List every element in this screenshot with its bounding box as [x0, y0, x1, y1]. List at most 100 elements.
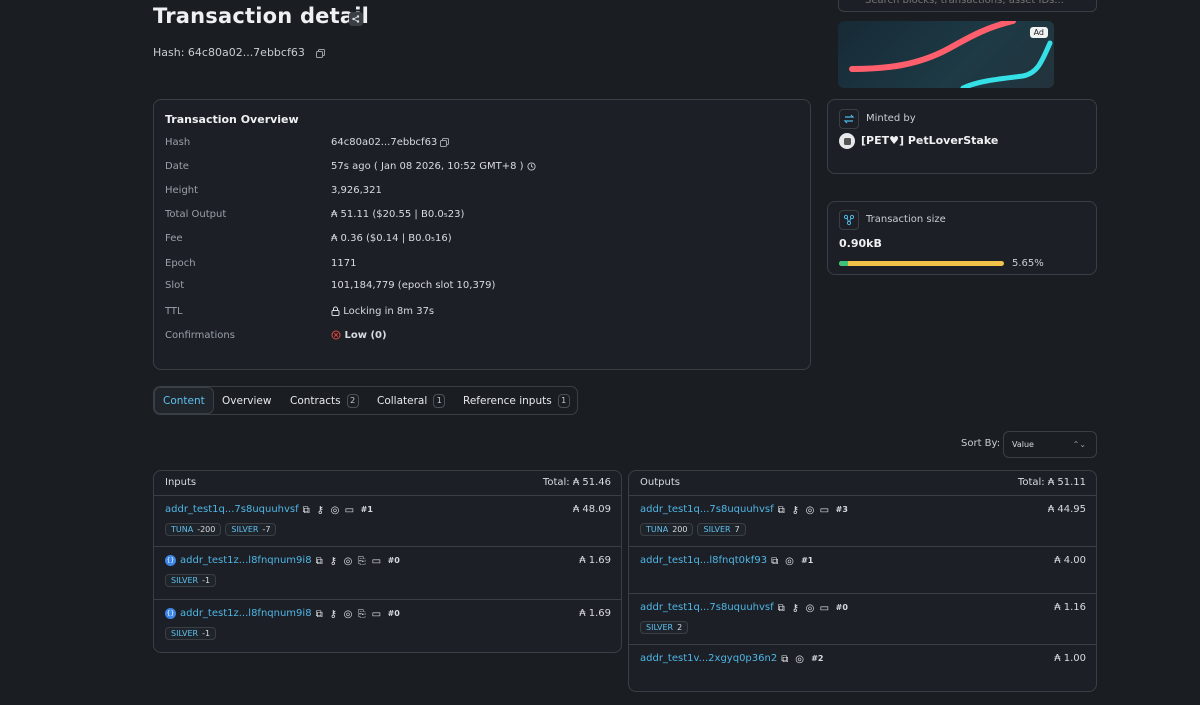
overview-title: Transaction Overview [165, 113, 299, 126]
stake-icon[interactable]: ◎ [344, 609, 354, 620]
address-link[interactable]: addr_test1q...l8fnqt0kf93 [640, 555, 767, 566]
tab-contracts[interactable]: Contracts 2 [290, 387, 359, 414]
key-icon[interactable]: ⚷ [330, 609, 340, 620]
address-link[interactable]: addr_test1z...l8fnqnum9i8 [180, 555, 312, 566]
transaction-hash: Hash: 64c80a02...7ebbcf63 [153, 46, 326, 59]
wallet-icon[interactable]: ▭ [372, 609, 382, 620]
ad-banner[interactable]: Ad [838, 21, 1054, 88]
output-address: addr_test1q...7s8uquuhvsf ⧉ ⚷ ◎ ▭ #3 [640, 504, 848, 516]
token-qty: -1 [202, 576, 211, 585]
size-progress-fill [839, 261, 1004, 266]
stake-icon[interactable]: ◎ [806, 505, 816, 516]
input-amount: ₳ 1.69 [579, 608, 611, 619]
token-chips: TUNA 200 SILVER 7 [640, 523, 746, 536]
slot-value: 101,184,779 (epoch slot 10,379) [331, 280, 496, 291]
token-qty: -7 [262, 525, 271, 534]
datum-icon[interactable]: ⎘ [358, 556, 368, 567]
token-chip[interactable]: SILVER -1 [165, 574, 217, 587]
stake-icon[interactable]: ◎ [785, 556, 795, 567]
output-row: addr_test1q...7s8uquuhvsf ⧉ ⚷ ◎ ▭ #3 ₳ 4… [629, 496, 1096, 547]
fee-value: ₳ 0.36 ($0.14 | B0.0₅16) [331, 233, 452, 244]
stake-icon[interactable]: ◎ [806, 603, 816, 614]
token-chip[interactable]: TUNA 200 [640, 523, 694, 536]
share-button[interactable] [349, 12, 363, 26]
stake-icon[interactable]: ◎ [795, 654, 805, 665]
search-bar[interactable] [838, 0, 1097, 12]
stake-icon[interactable]: ◎ [344, 556, 354, 567]
output-amount: ₳ 44.95 [1047, 504, 1086, 515]
token-chip[interactable]: SILVER 7 [697, 523, 746, 536]
address-link[interactable]: addr_test1q...7s8uquuhvsf [640, 602, 774, 613]
tab-collateral[interactable]: Collateral 1 [377, 387, 446, 414]
tab-count: 1 [433, 393, 446, 408]
wallet-icon[interactable]: ▭ [345, 505, 355, 516]
copy-icon[interactable] [440, 137, 450, 147]
wallet-icon[interactable]: ▭ [372, 556, 382, 567]
overview-row-epoch: Epoch 1171 [165, 258, 795, 272]
height-link[interactable]: 3,926,321 [331, 185, 382, 196]
key-icon[interactable]: ⚷ [330, 556, 340, 567]
token-name: SILVER [171, 576, 199, 585]
output-amount: ₳ 4.00 [1054, 555, 1086, 566]
tab-reference-inputs[interactable]: Reference inputs 1 [463, 387, 570, 414]
size-progress-start [839, 261, 848, 266]
key-icon[interactable]: ⚷ [317, 505, 327, 516]
sort-select[interactable]: Value ⌃⌄ [1003, 431, 1097, 458]
address-link[interactable]: addr_test1v...2xgyq0p36n2 [640, 653, 777, 664]
copy-icon[interactable]: ⧉ [778, 505, 788, 516]
overview-key: Date [165, 161, 189, 172]
address-link[interactable]: addr_test1z...l8fnqnum9i8 [180, 608, 312, 619]
size-value: 0.90kB [839, 237, 882, 250]
ad-badge: Ad [1029, 27, 1048, 38]
stake-icon[interactable]: ◎ [331, 505, 341, 516]
total-output-value: ₳ 51.11 ($20.55 | B0.0₅23) [331, 209, 465, 220]
copy-icon[interactable]: ⧉ [316, 609, 326, 620]
clock-icon [527, 161, 536, 171]
copy-icon[interactable]: ⧉ [778, 603, 788, 614]
size-label: Transaction size [866, 214, 946, 225]
copy-icon[interactable]: ⧉ [316, 556, 326, 567]
output-address: addr_test1v...2xgyq0p36n2 ⧉ ◎ #2 [640, 653, 824, 665]
wallet-icon[interactable]: ▭ [820, 603, 830, 614]
pool-logo-icon [843, 137, 851, 145]
chevron-updown-icon: ⌃⌄ [1072, 440, 1086, 449]
hash-text: Hash: 64c80a02...7ebbcf63 [153, 46, 305, 59]
copy-icon[interactable]: ⧉ [781, 654, 791, 665]
tab-overview[interactable]: Overview [222, 387, 271, 414]
copy-icon[interactable]: ⧉ [303, 505, 313, 516]
utxo-index: #2 [811, 654, 824, 663]
key-icon[interactable]: ⚷ [792, 505, 802, 516]
address-link[interactable]: addr_test1q...7s8uquuhvsf [640, 504, 774, 515]
tab-label: Overview [222, 394, 272, 407]
address-link[interactable]: addr_test1q...7s8uquuhvsf [165, 504, 299, 515]
token-chip[interactable]: SILVER -7 [225, 523, 277, 536]
token-chip[interactable]: SILVER -1 [165, 627, 217, 640]
inputs-header: Inputs Total: ₳ 51.46 [154, 471, 621, 496]
overview-key: Hash [165, 137, 191, 148]
pool-avatar [839, 133, 855, 149]
epoch-link[interactable]: 1171 [331, 258, 356, 269]
key-icon[interactable]: ⚷ [792, 603, 802, 614]
utxo-index: #0 [387, 609, 400, 618]
token-qty: -200 [197, 525, 216, 534]
output-row: addr_test1q...7s8uquuhvsf ⧉ ⚷ ◎ ▭ #0 ₳ 1… [629, 594, 1096, 645]
overview-value: 64c80a02...7ebbcf63 [331, 137, 450, 148]
token-chips: SILVER -1 [165, 627, 217, 640]
input-row: {} addr_test1z...l8fnqnum9i8 ⧉ ⚷ ◎ ⎘ ▭ #… [154, 547, 621, 600]
search-input[interactable] [865, 0, 1085, 8]
copy-icon[interactable]: ⧉ [771, 556, 781, 567]
token-chip[interactable]: TUNA -200 [165, 523, 222, 536]
page-title: Transaction detail [153, 4, 370, 28]
hash-value: 64c80a02...7ebbcf63 [331, 137, 438, 148]
token-name: SILVER [171, 629, 199, 638]
token-chip[interactable]: SILVER 2 [640, 621, 689, 634]
copy-icon[interactable] [316, 48, 326, 58]
wallet-icon[interactable]: ▭ [820, 505, 830, 516]
pool-name-link[interactable]: [PET♥] PetLoverStake [861, 134, 998, 147]
date-value: 57s ago ( Jan 08 2026, 10:52 GMT+8 ) [331, 161, 524, 172]
content-tabs: Content Overview Contracts 2 Collateral … [153, 386, 578, 415]
input-amount: ₳ 48.09 [572, 504, 611, 515]
token-qty: 7 [734, 525, 740, 534]
datum-icon[interactable]: ⎘ [358, 609, 368, 620]
tab-content[interactable]: Content [154, 387, 214, 414]
